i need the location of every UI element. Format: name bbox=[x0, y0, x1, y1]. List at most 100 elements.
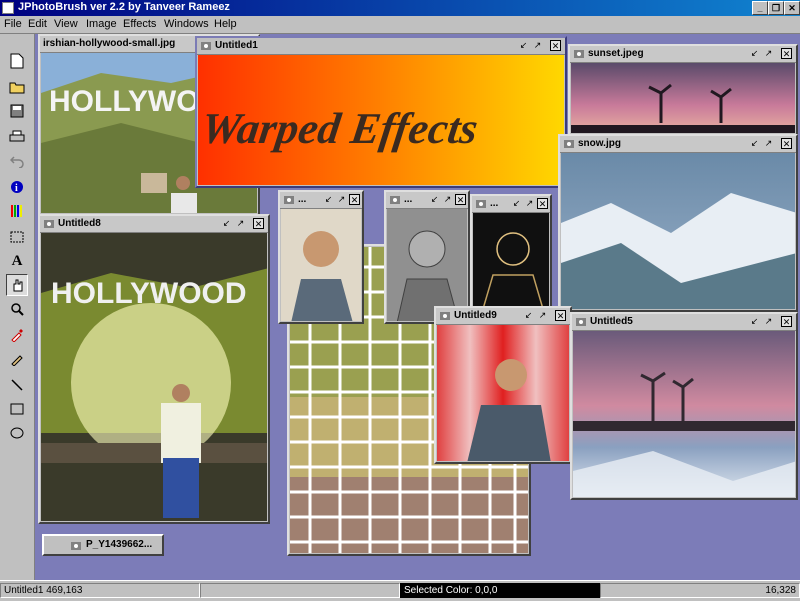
image-window-icon bbox=[71, 542, 81, 550]
window-title: irshian-hollywood-small.jpg bbox=[43, 38, 176, 49]
window-untitled5[interactable]: Untitled5 ↙ ↗ ✕ bbox=[570, 312, 798, 500]
iconify-icon[interactable]: ↙ bbox=[749, 316, 760, 327]
menu-windows[interactable]: Windows bbox=[164, 18, 209, 30]
window-portrait-1[interactable]: ... ↙ ↗ ✕ bbox=[278, 190, 364, 324]
close-icon[interactable]: ✕ bbox=[550, 40, 561, 51]
menu-view[interactable]: View bbox=[54, 18, 78, 30]
image-window-icon bbox=[390, 196, 400, 204]
image-window-icon bbox=[576, 318, 586, 326]
close-icon[interactable]: ✕ bbox=[781, 48, 792, 59]
iconify-icon[interactable]: ↙ bbox=[323, 194, 334, 205]
warped-effects-text: Warped Effects bbox=[198, 104, 481, 153]
status-bar: Untitled1 469,163 Selected Color: 0,0,0 … bbox=[0, 580, 800, 601]
window-title-bar[interactable]: ... ↙ ↗ ✕ bbox=[472, 196, 550, 213]
untitled8-image: HOLLYWOOD bbox=[41, 233, 267, 521]
window-title-bar[interactable]: ... ↙ ↗ ✕ bbox=[280, 192, 362, 209]
rect-select-icon[interactable] bbox=[6, 226, 28, 248]
close-icon[interactable]: ✕ bbox=[781, 138, 792, 149]
eyedropper-icon[interactable] bbox=[6, 324, 28, 346]
close-icon[interactable]: ✕ bbox=[253, 218, 264, 229]
menu-edit[interactable]: Edit bbox=[28, 18, 47, 30]
maximize-icon[interactable]: ↗ bbox=[532, 40, 543, 51]
maximize-icon[interactable]: ↗ bbox=[763, 316, 774, 327]
save-icon[interactable] bbox=[6, 100, 28, 122]
iconify-icon[interactable]: ↙ bbox=[749, 138, 760, 149]
info-icon[interactable]: i bbox=[6, 176, 28, 198]
close-icon[interactable]: ✕ bbox=[555, 310, 566, 321]
maximize-icon[interactable]: ↗ bbox=[763, 48, 774, 59]
iconify-icon[interactable]: ↙ bbox=[518, 40, 529, 51]
window-title-bar[interactable]: Untitled9 ↙ ↗ ✕ bbox=[436, 308, 570, 325]
restore-icon[interactable]: ❐ bbox=[768, 1, 784, 15]
minimized-window[interactable]: P_Y1439662... bbox=[42, 534, 164, 556]
iconify-icon[interactable]: ↙ bbox=[221, 218, 232, 229]
rectangle-tool-icon[interactable] bbox=[6, 398, 28, 420]
window-title: Untitled8 bbox=[58, 218, 101, 229]
image-window-icon bbox=[440, 312, 450, 320]
hollywood-sign: HOLLYWOOD bbox=[51, 277, 247, 310]
app-title: JPhotoBrush ver 2.2 by Tanveer Rameez bbox=[18, 1, 230, 13]
maximize-icon[interactable]: ↗ bbox=[524, 198, 535, 209]
window-untitled1[interactable]: Untitled1 ↙ ↗ ✕ Warped Effects bbox=[195, 36, 567, 188]
menu-image[interactable]: Image bbox=[86, 18, 117, 30]
menu-effects[interactable]: Effects bbox=[123, 18, 156, 30]
close-icon[interactable]: ✕ bbox=[784, 1, 800, 15]
close-icon[interactable]: ✕ bbox=[537, 198, 548, 209]
text-tool-icon[interactable]: A bbox=[6, 250, 28, 272]
window-title: Untitled9 bbox=[454, 310, 497, 321]
menu-help[interactable]: Help bbox=[214, 18, 237, 30]
maximize-icon[interactable]: ↗ bbox=[235, 218, 246, 229]
close-icon[interactable]: ✕ bbox=[349, 194, 360, 205]
window-untitled8[interactable]: Untitled8 ↙ ↗ ✕ HOLLYWOOD bbox=[38, 214, 270, 524]
minimize-icon[interactable]: _ bbox=[752, 1, 768, 15]
window-title: ... bbox=[298, 194, 307, 205]
window-title-bar[interactable]: Untitled5 ↙ ↗ ✕ bbox=[572, 314, 796, 331]
maximize-icon[interactable]: ↗ bbox=[442, 194, 453, 205]
image-window-icon bbox=[284, 196, 294, 204]
status-window-info: Untitled1 469,163 bbox=[0, 583, 200, 598]
window-title-bar[interactable]: snow.jpg ↙ ↗ ✕ bbox=[560, 136, 796, 153]
image-window-icon bbox=[574, 50, 584, 58]
image-window-icon bbox=[564, 140, 574, 148]
portrait-2-image bbox=[387, 209, 467, 321]
maximize-icon[interactable]: ↗ bbox=[336, 194, 347, 205]
maximize-icon[interactable]: ↗ bbox=[537, 310, 548, 321]
sunset-image bbox=[571, 63, 795, 133]
open-folder-icon[interactable] bbox=[6, 76, 28, 98]
window-untitled9[interactable]: Untitled9 ↙ ↗ ✕ bbox=[434, 306, 572, 464]
ellipse-tool-icon[interactable] bbox=[6, 422, 28, 444]
window-title: sunset.jpeg bbox=[588, 48, 644, 59]
tool-palette: i A bbox=[0, 34, 35, 580]
minimized-window-title: P_Y1439662... bbox=[86, 539, 153, 550]
iconify-icon[interactable]: ↙ bbox=[511, 198, 522, 209]
window-title-bar[interactable]: ... ↙ ↗ ✕ bbox=[386, 192, 468, 209]
line-tool-icon[interactable] bbox=[6, 374, 28, 396]
status-empty bbox=[200, 583, 400, 598]
maximize-icon[interactable]: ↗ bbox=[763, 138, 774, 149]
close-icon[interactable]: ✕ bbox=[781, 316, 792, 327]
app-title-bar: JPhotoBrush ver 2.2 by Tanveer Rameez _ … bbox=[0, 0, 800, 16]
untitled5-image bbox=[573, 331, 795, 497]
print-icon[interactable] bbox=[6, 126, 28, 148]
window-title-bar[interactable]: Untitled8 ↙ ↗ ✕ bbox=[40, 216, 268, 233]
hand-tool-icon[interactable] bbox=[6, 274, 28, 296]
app-icon[interactable] bbox=[2, 2, 14, 14]
window-snow[interactable]: snow.jpg ↙ ↗ ✕ bbox=[558, 134, 798, 312]
iconify-icon[interactable]: ↙ bbox=[523, 310, 534, 321]
undo-icon[interactable] bbox=[6, 150, 28, 172]
color-bars-icon[interactable] bbox=[6, 200, 28, 222]
new-file-icon[interactable] bbox=[6, 50, 28, 72]
window-portrait-2[interactable]: ... ↙ ↗ ✕ bbox=[384, 190, 470, 324]
close-icon[interactable]: ✕ bbox=[455, 194, 466, 205]
window-title-bar[interactable]: Untitled1 ↙ ↗ ✕ bbox=[197, 38, 565, 55]
window-title-bar[interactable]: sunset.jpeg ↙ ↗ ✕ bbox=[570, 46, 796, 63]
brush-icon[interactable] bbox=[6, 348, 28, 370]
window-portrait-3[interactable]: ... ↙ ↗ ✕ bbox=[470, 194, 552, 310]
zoom-icon[interactable] bbox=[6, 298, 28, 320]
iconify-icon[interactable]: ↙ bbox=[749, 48, 760, 59]
window-sunset[interactable]: sunset.jpeg ↙ ↗ ✕ bbox=[568, 44, 798, 136]
menu-file[interactable]: File bbox=[4, 18, 22, 30]
status-selected-color: Selected Color: 0,0,0 bbox=[400, 583, 600, 598]
iconify-icon[interactable]: ↙ bbox=[429, 194, 440, 205]
window-title: Untitled5 bbox=[590, 316, 633, 327]
